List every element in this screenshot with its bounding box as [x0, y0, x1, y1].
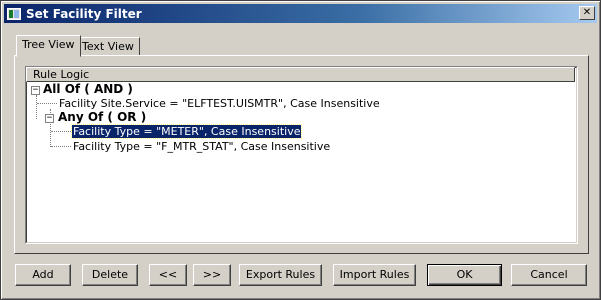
tree-connector: [37, 103, 57, 104]
tree-node-all-of[interactable]: All Of ( AND ): [43, 83, 133, 96]
tree-connector: [51, 146, 71, 147]
tree-connector: [36, 95, 37, 119]
tab-text-view[interactable]: Text View: [76, 37, 140, 56]
close-button[interactable]: ✕: [579, 6, 595, 20]
tree-node-facility-type-f-mtr-stat[interactable]: Facility Type = "F_MTR_STAT", Case Insen…: [73, 140, 330, 153]
collapse-icon[interactable]: −: [31, 86, 40, 95]
add-button[interactable]: Add: [15, 264, 71, 286]
tree-node-site-service[interactable]: Facility Site.Service = "ELFTEST.UISMTR"…: [59, 97, 380, 110]
rule-logic-column-header[interactable]: Rule Logic: [26, 67, 575, 82]
delete-button[interactable]: Delete: [82, 264, 138, 286]
move-left-button[interactable]: <<: [149, 264, 187, 286]
move-right-button[interactable]: >>: [193, 264, 231, 286]
tree-connector: [51, 131, 71, 132]
title-bar[interactable]: Set Facility Filter ✕: [4, 4, 597, 23]
set-facility-filter-dialog: Set Facility Filter ✕ Tree View Text Vie…: [0, 0, 601, 300]
cancel-button[interactable]: Cancel: [511, 264, 587, 286]
tree-node-facility-type-meter[interactable]: Facility Type = "METER", Case Insensitiv…: [70, 124, 303, 139]
tree-node-any-of[interactable]: Any Of ( OR ): [58, 111, 146, 124]
rule-logic-tree[interactable]: Rule Logic − All Of ( AND ) Facility Sit…: [25, 66, 578, 244]
window-title: Set Facility Filter: [26, 6, 142, 21]
import-rules-button[interactable]: Import Rules: [333, 264, 416, 286]
collapse-icon[interactable]: −: [45, 114, 54, 123]
app-icon: [7, 7, 21, 20]
tab-tree-view[interactable]: Tree View: [16, 35, 81, 57]
export-rules-button[interactable]: Export Rules: [239, 264, 322, 286]
ok-button[interactable]: OK: [427, 264, 502, 286]
